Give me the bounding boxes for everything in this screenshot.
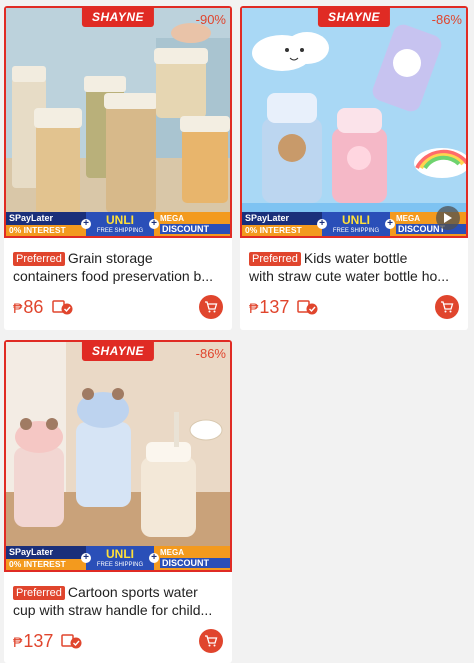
product-image[interactable]: SHAYNE -90% SPayLater 0% INTEREST + UNLI F… [4, 6, 232, 238]
mega-label: MEGA [160, 214, 184, 223]
mega-discount-label: DISCOUNT [160, 558, 230, 568]
product-title[interactable]: Preferred Cartoon sports water cup with s… [13, 583, 222, 619]
plus-icon: + [149, 219, 159, 229]
product-image[interactable]: SHAYNE -86% SPayLater 0% INTEREST + UNLI F… [4, 340, 232, 572]
currency-symbol: ₱ [13, 634, 23, 650]
title-line-1: Grain storage [67, 250, 153, 266]
currency-symbol: ₱ [249, 300, 259, 316]
paylater-label: SPayLater [245, 213, 290, 223]
grain-jars-image [6, 8, 230, 236]
brand-badge: SHAYNE [81, 342, 155, 361]
promo-banner: SPayLater 0% INTEREST + UNLI FREE SHIPPING… [6, 546, 230, 570]
title-line-1: Kids water bottle [303, 250, 408, 266]
free-shipping-label: FREE SHIPPING [96, 228, 144, 234]
interest-label: 0% INTEREST [6, 225, 86, 236]
mega-discount-label: DISCOUNT [160, 224, 230, 234]
paylater-label: SPayLater [9, 547, 54, 557]
brand-badge: SHAYNE [317, 8, 391, 27]
brand-badge: SHAYNE [81, 8, 155, 27]
preferred-badge: Preferred [13, 252, 65, 266]
cartoon-cups-image [6, 342, 230, 570]
spaylater-badge-icon [297, 300, 318, 315]
discount-label: -90% [195, 12, 226, 27]
add-to-cart-button[interactable] [199, 295, 223, 319]
unli-label: UNLI [106, 213, 134, 227]
interest-label: 0% INTEREST [6, 559, 86, 570]
paylater-label: SPayLater [9, 213, 54, 223]
plus-icon: + [81, 553, 91, 563]
currency-symbol: ₱ [13, 300, 23, 316]
price: ₱86 [13, 297, 43, 318]
price-value: 86 [23, 297, 44, 317]
plus-icon: + [149, 553, 159, 563]
plus-icon: + [317, 219, 327, 229]
price-value: 137 [259, 297, 290, 317]
mega-label: MEGA [160, 548, 184, 557]
spaylater-badge-icon [52, 300, 73, 315]
preferred-badge: Preferred [249, 252, 301, 266]
promo-banner: SPayLater 0% INTEREST + UNLI FREE SHIPPING… [6, 212, 230, 236]
discount-label: -86% [431, 12, 462, 27]
title-line-2: cup with straw handle for child... [13, 602, 213, 618]
plus-icon: + [385, 219, 395, 229]
preferred-badge: Preferred [13, 586, 65, 600]
play-video-button[interactable] [436, 206, 460, 230]
interest-label: 0% INTEREST [242, 225, 322, 236]
product-title[interactable]: Preferred Kids water bottle with straw cu… [249, 249, 458, 285]
title-line-2: with straw cute water bottle ho... [249, 268, 449, 284]
cart-icon [441, 301, 454, 313]
kids-bottle-image [242, 8, 466, 236]
free-shipping-label: FREE SHIPPING [332, 228, 380, 234]
product-card[interactable]: SHAYNE -90% SPayLater 0% INTEREST + UNLI F… [4, 6, 232, 330]
unli-label: UNLI [342, 213, 370, 227]
unli-label: UNLI [106, 547, 134, 561]
title-line-2: containers food preservation b... [13, 268, 214, 284]
price: ₱137 [13, 631, 53, 652]
plus-icon: + [81, 219, 91, 229]
promo-banner: SPayLater 0% INTEREST + UNLI FREE SHIPPING… [242, 212, 466, 236]
play-icon [444, 213, 452, 223]
price-value: 137 [23, 631, 54, 651]
discount-label: -86% [195, 346, 226, 361]
add-to-cart-button[interactable] [199, 629, 223, 653]
price: ₱137 [249, 297, 289, 318]
title-line-1: Cartoon sports water [67, 584, 198, 600]
product-title[interactable]: Preferred Grain storage containers food p… [13, 249, 222, 285]
spaylater-badge-icon [61, 634, 82, 649]
product-card[interactable]: SHAYNE -86% SPayLater 0% INTEREST + UNLI F… [240, 6, 468, 330]
free-shipping-label: FREE SHIPPING [96, 562, 144, 568]
cart-icon [205, 301, 218, 313]
cart-icon [205, 635, 218, 647]
product-image[interactable]: SHAYNE -86% SPayLater 0% INTEREST + UNLI F… [240, 6, 468, 238]
product-card[interactable]: SHAYNE -86% SPayLater 0% INTEREST + UNLI F… [4, 340, 232, 663]
add-to-cart-button[interactable] [435, 295, 459, 319]
